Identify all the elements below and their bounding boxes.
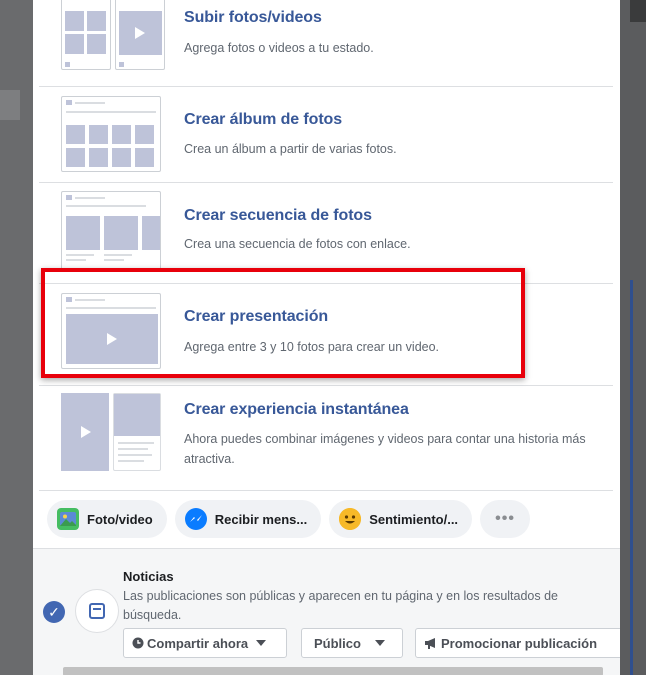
chip-label: Foto/video (87, 511, 153, 527)
more-options-button[interactable]: ••• (480, 500, 531, 538)
backdrop-element (0, 90, 20, 120)
backdrop-accent-line (630, 280, 633, 675)
promote-post-button[interactable]: Promocionar publicación (415, 628, 620, 658)
option-title[interactable]: Subir fotos/videos (184, 9, 322, 27)
instant-experience-thumbnail (61, 393, 171, 473)
news-feed-title: Noticias (123, 569, 174, 584)
album-thumbnail (61, 96, 161, 172)
photo-icon (57, 508, 79, 530)
chip-label: Recibir mens... (214, 511, 308, 527)
option-description: Ahora puedes combinar imágenes y videos … (184, 432, 586, 466)
chevron-down-icon (256, 640, 267, 646)
backdrop-corner (630, 0, 646, 22)
horizontal-scrollbar[interactable] (63, 667, 603, 675)
option-title[interactable]: Crear experiencia instantánea (184, 401, 409, 419)
option-title[interactable]: Crear álbum de fotos (184, 111, 342, 129)
audience-label: Público (314, 635, 361, 651)
emoji-icon (339, 508, 362, 530)
carousel-thumbnail (61, 191, 161, 271)
option-description: Crea un álbum a partir de varias fotos. (184, 142, 397, 156)
divider (39, 490, 613, 491)
news-feed-icon (75, 589, 119, 633)
composer-actions: Foto/video Recibir mens... Sentimiento/.… (47, 500, 531, 538)
share-now-label: Compartir ahora (147, 635, 249, 651)
promote-post-label: Promocionar publicación (441, 635, 598, 651)
messenger-icon (184, 508, 207, 530)
option-description: Crea una secuencia de fotos con enlace. (184, 237, 411, 251)
photo-video-chip[interactable]: Foto/video (47, 500, 167, 538)
news-feed-description: Las publicaciones son públicas y aparece… (123, 589, 559, 622)
option-title[interactable]: Crear secuencia de fotos (184, 207, 372, 225)
publish-footer: ✓ Noticias Las publicaciones son pública… (33, 548, 620, 675)
receive-messages-chip[interactable]: Recibir mens... (174, 500, 322, 538)
highlight-box (41, 268, 525, 378)
checkmark-icon[interactable]: ✓ (43, 601, 65, 623)
megaphone-icon (425, 638, 435, 649)
create-post-modal: Subir fotos/videos Agrega fotos o videos… (33, 0, 620, 675)
chevron-down-icon (374, 640, 385, 646)
option-description: Agrega fotos o videos a tu estado. (184, 41, 374, 55)
option-upload-photos-videos[interactable]: Subir fotos/videos Agrega fotos o videos… (39, 0, 613, 87)
feeling-activity-chip[interactable]: Sentimiento/... (329, 500, 473, 538)
upload-thumbnail (61, 0, 183, 72)
more-icon: ••• (495, 510, 515, 527)
backdrop-panel (620, 0, 646, 675)
audience-dropdown[interactable]: Público (301, 628, 403, 658)
chip-label: Sentimiento/... (369, 511, 459, 527)
share-now-dropdown[interactable]: Compartir ahora (123, 628, 287, 658)
clock-icon (132, 637, 144, 649)
option-create-photo-album[interactable]: Crear álbum de fotos Crea un álbum a par… (39, 87, 613, 183)
option-create-instant-experience[interactable]: Crear experiencia instantánea Ahora pued… (39, 386, 613, 491)
